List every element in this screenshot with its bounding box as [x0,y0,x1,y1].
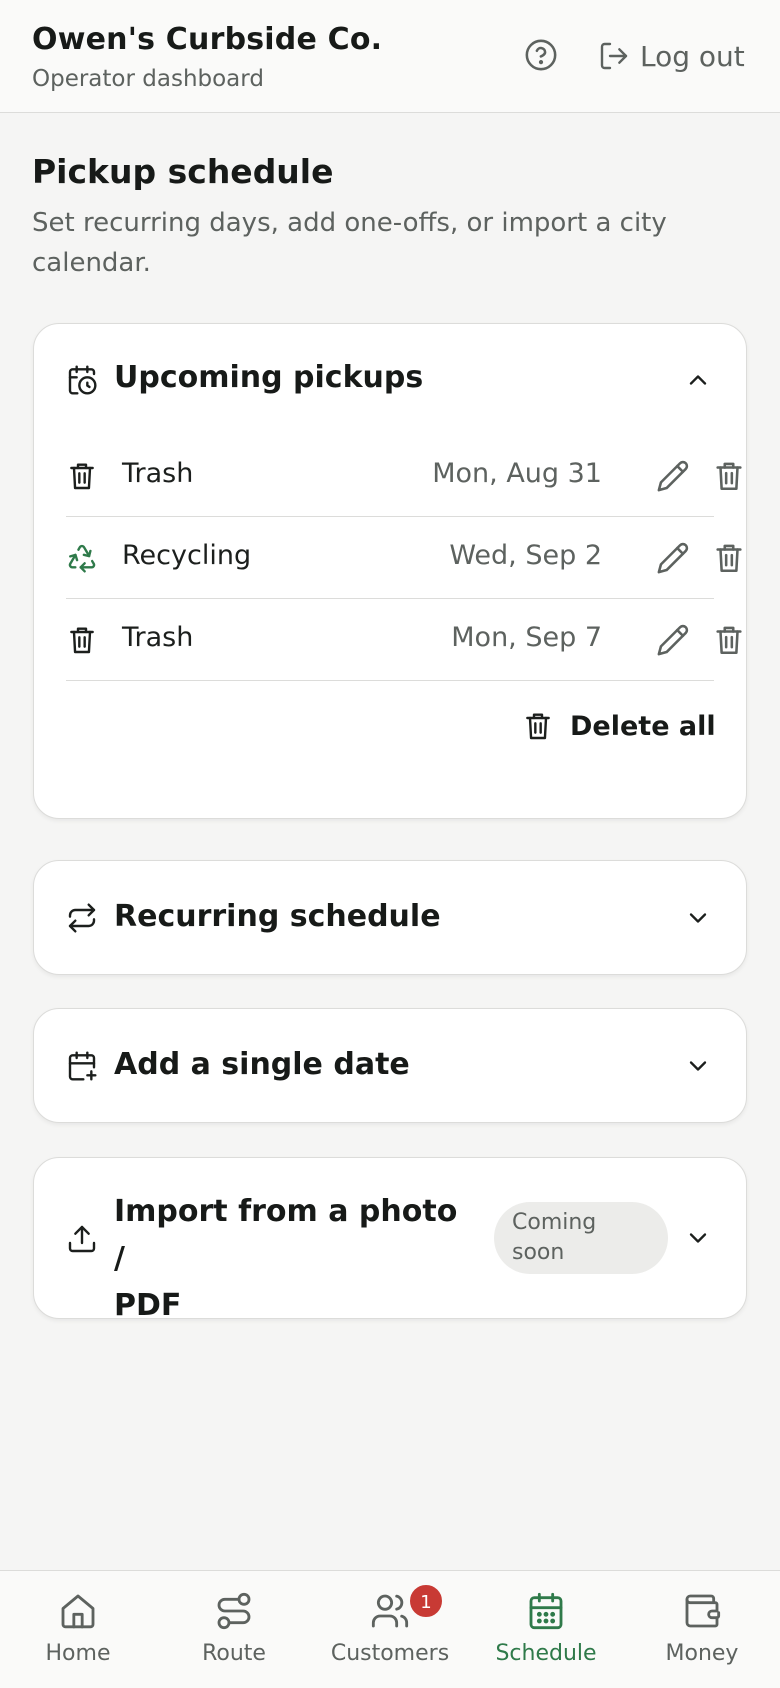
nav-item-home[interactable]: Home [0,1571,156,1688]
dashboard-subtitle: Operator dashboard [32,66,264,92]
customers-count-badge: 1 [408,1583,444,1619]
chevron-up-icon[interactable] [684,366,712,394]
pickup-date: Mon, Sep 7 [451,622,602,653]
bottom-nav: Home Route 1 Customers Schedule Money [0,1570,780,1688]
add-single-date-card[interactable]: Add a single date [33,1008,747,1123]
add-single-date-title: Add a single date [114,1047,410,1082]
pickup-date: Wed, Sep 2 [449,540,602,571]
page-title: Pickup schedule [32,152,334,191]
chevron-down-icon[interactable] [684,1224,712,1252]
repeat-icon [68,903,96,933]
nav-label-schedule: Schedule [495,1641,597,1666]
recycle-icon [68,544,96,573]
import-title-line-2: PDF [114,1288,182,1323]
delete-all-button[interactable]: Delete all [522,706,716,746]
calendar-clock-icon [68,365,97,395]
edit-pencil-icon[interactable] [656,459,690,493]
edit-pencil-icon[interactable] [656,623,690,657]
upload-icon [68,1225,96,1253]
trash-bin-icon [70,627,94,654]
logout-button[interactable]: Log out [598,36,745,76]
nav-label-route: Route [202,1641,266,1666]
pickup-date: Mon, Aug 31 [432,458,602,489]
nav-item-money[interactable]: Money [624,1571,780,1688]
nav-label-customers: Customers [330,1641,450,1666]
delete-trash-icon[interactable] [712,541,746,575]
pickup-row: Trash Mon, Sep 7 [66,599,742,681]
upcoming-pickups-card: Upcoming pickups Trash Mon, Aug 31 Recyc… [33,323,747,819]
chevron-down-icon[interactable] [684,904,712,932]
users-icon [371,1594,409,1628]
delete-trash-icon[interactable] [712,459,746,493]
pickup-row: Trash Mon, Aug 31 [66,435,742,517]
upcoming-pickups-title: Upcoming pickups [114,360,424,395]
nav-item-route[interactable]: Route [156,1571,312,1688]
home-icon [61,1594,95,1629]
page-description: Set recurring days, add one-offs, or imp… [32,208,667,278]
wallet-icon [685,1594,721,1628]
import-title: Import from a photo / PDF [114,1188,464,1329]
recurring-schedule-title: Recurring schedule [114,899,441,934]
pickup-type: Trash [122,622,194,653]
import-title-line-1: Import from a photo / [114,1194,458,1276]
route-icon [217,1592,251,1630]
recurring-schedule-card[interactable]: Recurring schedule [33,860,747,975]
pickup-type: Recycling [122,540,252,571]
delete-trash-icon[interactable] [712,623,746,657]
pickup-row: Recycling Wed, Sep 2 [66,517,742,599]
nav-item-customers[interactable]: 1 Customers [312,1571,468,1688]
import-card[interactable]: Import from a photo / PDF Coming soon [33,1157,747,1323]
help-icon[interactable] [524,38,558,72]
delete-all-label: Delete all [570,710,716,742]
logout-label: Log out [640,39,745,73]
nav-item-schedule[interactable]: Schedule [468,1571,624,1688]
calendar-plus-icon [68,1051,97,1081]
nav-label-money: Money [665,1641,739,1666]
logout-icon [600,42,628,70]
trash-icon [526,713,550,740]
edit-pencil-icon[interactable] [656,541,690,575]
calendar-icon [529,1592,563,1630]
chevron-down-icon[interactable] [684,1052,712,1080]
pickup-type: Trash [122,458,194,489]
trash-bin-icon [70,463,94,490]
coming-soon-badge: Coming soon [494,1202,668,1274]
business-name: Owen's Curbside Co. [32,22,383,57]
nav-label-home: Home [45,1641,111,1666]
top-bar: Owen's Curbside Co. Operator dashboard L… [0,0,780,113]
